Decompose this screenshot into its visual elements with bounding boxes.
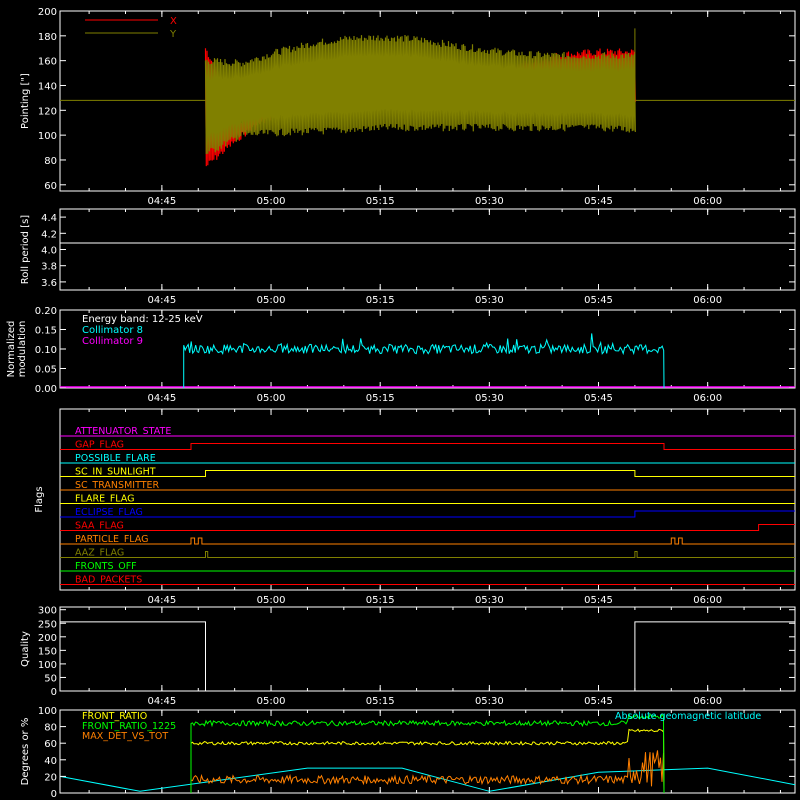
x-tick-label: 05:30: [475, 295, 504, 306]
y-tick-label: 150: [38, 646, 57, 657]
x-tick-label: 04:45: [147, 295, 176, 306]
flag-label-eclipse-flag: ECLIPSE_FLAG: [75, 507, 143, 518]
flag-label-particle-flag: PARTICLE_FLAG: [75, 534, 148, 545]
x-tick-label: 05:15: [366, 393, 395, 404]
x-tick-label: 05:00: [257, 696, 286, 707]
y-axis-label: Roll period [s]: [20, 215, 31, 284]
x-tick-label: 04:45: [147, 696, 176, 707]
y-tick-label: 120: [38, 106, 57, 117]
y-tick-label: 180: [38, 32, 57, 43]
x-tick-label: 05:00: [257, 295, 286, 306]
x-tick-label: 06:00: [693, 393, 722, 404]
y-tick-label: 0.00: [35, 384, 57, 395]
y-tick-label: 40: [44, 756, 57, 767]
y-tick-label: 4.0: [41, 246, 57, 257]
y-tick-label: 80: [44, 723, 57, 734]
y-tick-label: 0: [51, 789, 57, 800]
x-tick-label: 05:45: [584, 696, 613, 707]
x-tick-label: 05:45: [584, 595, 613, 606]
y-tick-label: 0: [51, 687, 57, 698]
flag-label-sc-transmitter: SC_TRANSMITTER: [75, 480, 160, 491]
x-tick-label: 05:00: [257, 595, 286, 606]
y-tick-label: 100: [38, 131, 57, 142]
x-tick-label: 06:00: [693, 196, 722, 207]
y-tick-label: 4.2: [41, 229, 57, 240]
flag-label-flare-flag: FLARE_FLAG: [75, 494, 135, 505]
y-tick-label: 100: [38, 706, 57, 717]
legend-label-2: Collimator 9: [82, 336, 143, 347]
y-tick-label: 50: [44, 673, 57, 684]
y-axis-label: Pointing ["]: [20, 73, 31, 129]
flag-label-sc-in-sunlight: SC_IN_SUNLIGHT: [75, 467, 156, 478]
x-tick-label: 05:00: [257, 196, 286, 207]
y-tick-label: 60: [44, 181, 57, 192]
y-tick-label: 100: [38, 660, 57, 671]
x-tick-label: 06:00: [693, 696, 722, 707]
x-tick-label: 05:30: [475, 196, 504, 207]
y-axis-label: Flags: [34, 486, 45, 512]
y-tick-label: 3.6: [41, 278, 57, 289]
legend-label-x: X: [170, 16, 177, 27]
flag-label-fronts-off: FRONTS_OFF: [75, 561, 137, 572]
legend-label-2: MAX_DET_VS_TOT: [82, 731, 168, 742]
y-axis-label-2: modulation: [17, 321, 28, 378]
y-tick-label: 0.15: [35, 326, 57, 337]
y-tick-label: 0.05: [35, 365, 57, 376]
flag-label-gap-flag: GAP_FLAG: [75, 440, 124, 451]
x-tick-label: 05:15: [366, 595, 395, 606]
y-axis-label: Degrees or %: [20, 718, 31, 786]
x-tick-label: 06:00: [693, 295, 722, 306]
x-tick-label: 05:45: [584, 393, 613, 404]
x-tick-label: 05:00: [257, 393, 286, 404]
flag-label-bad-packets: BAD_PACKETS: [75, 575, 142, 586]
legend-label-1: Collimator 8: [82, 325, 143, 336]
y-tick-label: 200: [38, 633, 57, 644]
flag-label-attenuator-state: ATTENUATOR_STATE: [75, 426, 171, 437]
y-axis-label: Normalized: [6, 321, 17, 378]
x-tick-label: 05:45: [584, 295, 613, 306]
x-tick-label: 05:30: [475, 595, 504, 606]
x-tick-label: 05:30: [475, 696, 504, 707]
y-tick-label: 250: [38, 619, 57, 630]
y-tick-label: 200: [38, 7, 57, 18]
y-tick-label: 80: [44, 156, 57, 167]
y-tick-label: 60: [44, 739, 57, 750]
x-tick-label: 04:45: [147, 595, 176, 606]
flag-label-possible-flare: POSSIBLE_FLARE: [75, 453, 156, 464]
legend-label-y: Y: [169, 29, 177, 40]
flag-label-aaz-flag: AAZ_FLAG: [75, 548, 124, 559]
x-tick-label: 05:45: [584, 196, 613, 207]
y-tick-label: 3.8: [41, 262, 57, 273]
x-tick-label: 05:15: [366, 196, 395, 207]
y-tick-label: 4.4: [41, 213, 57, 224]
x-tick-label: 04:45: [147, 196, 176, 207]
y-tick-label: 0.10: [35, 345, 57, 356]
y-tick-label: 300: [38, 606, 57, 617]
y-axis-label: Quality: [20, 631, 31, 667]
x-tick-label: 05:15: [366, 295, 395, 306]
x-tick-label: 05:30: [475, 393, 504, 404]
y-tick-label: 160: [38, 57, 57, 68]
x-tick-label: 06:00: [693, 595, 722, 606]
y-tick-label: 0.20: [35, 306, 57, 317]
x-tick-label: 05:15: [366, 696, 395, 707]
x-tick-label: 04:45: [147, 393, 176, 404]
legend-label-3: Absolute geomagnetic latitude: [615, 711, 761, 722]
y-tick-label: 140: [38, 81, 57, 92]
flag-label-saa-flag: SAA_FLAG: [75, 521, 124, 532]
summary-plot-canvas: 04:45 05:00 05:15 05:30 05:45 06:00 60 80 100 120…: [0, 0, 800, 800]
legend-label-0: Energy band: 12-25 keV: [82, 314, 203, 325]
y-tick-label: 20: [44, 772, 57, 783]
